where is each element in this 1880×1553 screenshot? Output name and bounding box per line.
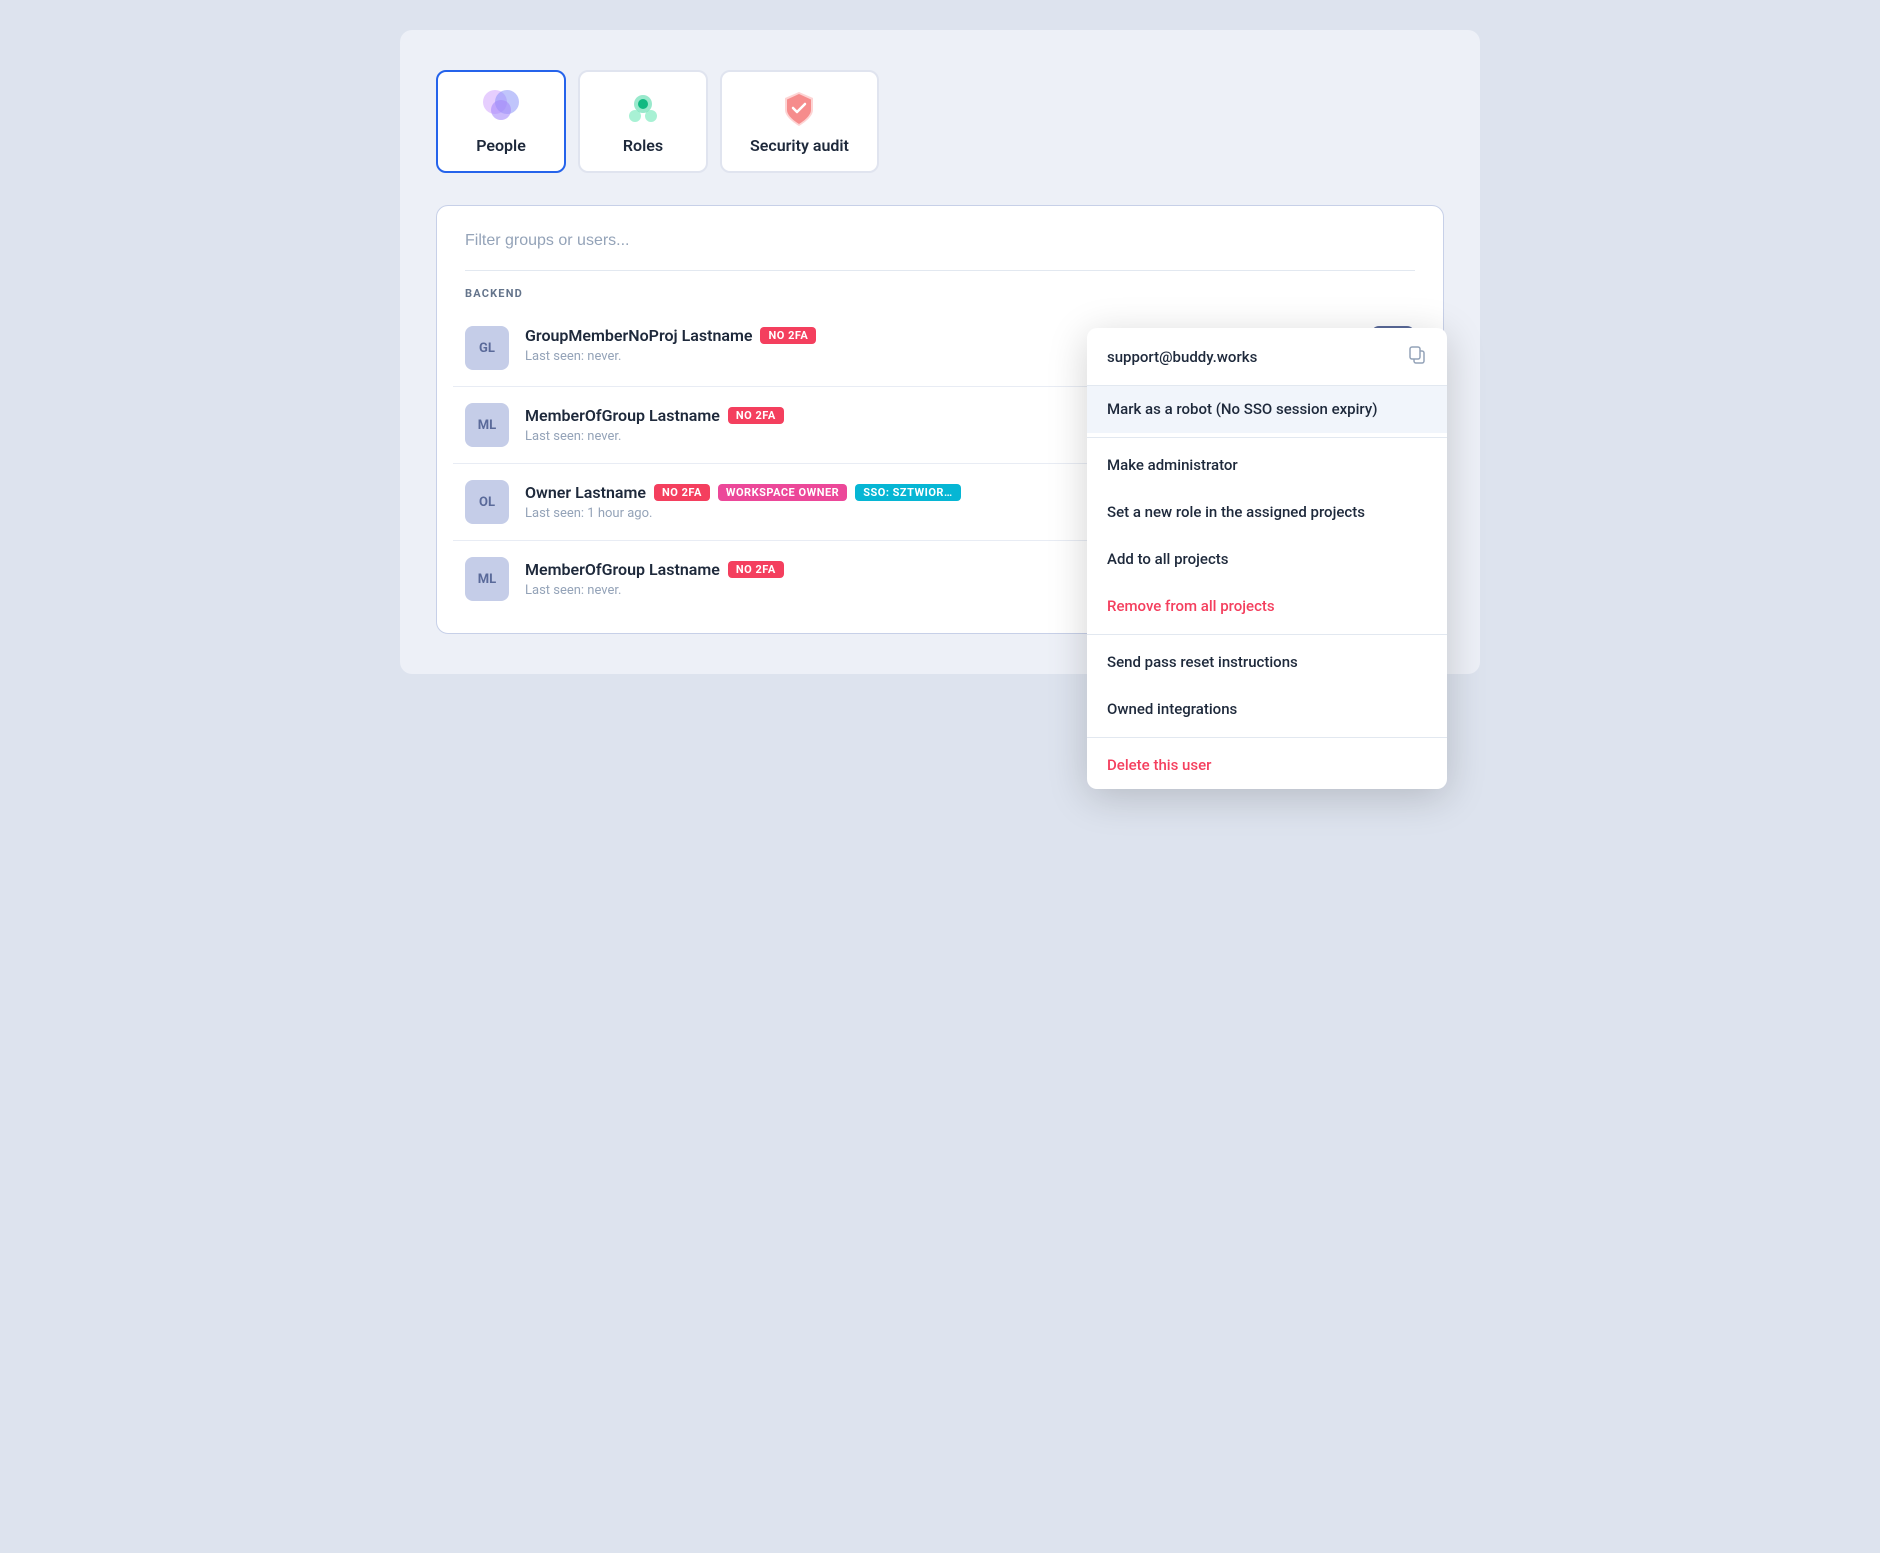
badge-no2fa: NO 2FA bbox=[760, 327, 816, 344]
avatar: OL bbox=[465, 480, 509, 524]
user-name: MemberOfGroup Lastname bbox=[525, 560, 720, 579]
context-menu-item-owned-integrations[interactable]: Owned integrations bbox=[1087, 686, 1447, 733]
copy-icon[interactable] bbox=[1407, 344, 1427, 369]
tab-roles-label: Roles bbox=[623, 136, 663, 155]
user-row: GL GroupMemberNoProj Lastname NO 2FA Las… bbox=[453, 308, 1427, 387]
group-label: BACKEND bbox=[437, 271, 1443, 308]
avatar: GL bbox=[465, 326, 509, 370]
badge-no2fa: NO 2FA bbox=[728, 561, 784, 578]
context-menu-item-remove-all-projects[interactable]: Remove from all projects bbox=[1087, 583, 1447, 630]
context-menu-item-send-pass-reset[interactable]: Send pass reset instructions bbox=[1087, 639, 1447, 686]
context-divider-2 bbox=[1087, 634, 1447, 635]
avatar: ML bbox=[465, 557, 509, 601]
context-menu-item-delete-user[interactable]: Delete this user bbox=[1087, 742, 1447, 789]
page-wrapper: People Roles Security audit bbox=[400, 30, 1480, 674]
main-card: BACKEND GL GroupMemberNoProj Lastname NO… bbox=[436, 205, 1444, 634]
user-rows: GL GroupMemberNoProj Lastname NO 2FA Las… bbox=[437, 308, 1443, 633]
filter-input[interactable] bbox=[465, 232, 1415, 250]
context-menu-header: support@buddy.works bbox=[1087, 328, 1447, 386]
tab-bar: People Roles Security audit bbox=[436, 70, 1444, 173]
context-menu: support@buddy.works Mark as a robot (No … bbox=[1087, 328, 1447, 789]
tab-roles[interactable]: Roles bbox=[578, 70, 708, 173]
badge-no2fa: NO 2FA bbox=[728, 407, 784, 424]
tab-security-audit[interactable]: Security audit bbox=[720, 70, 879, 173]
tab-security-audit-label: Security audit bbox=[750, 136, 849, 155]
badge-workspace-owner: WORKSPACE OWNER bbox=[718, 484, 847, 501]
badge-sso: SSO: SZTWIOR… bbox=[855, 484, 960, 501]
context-menu-item-make-admin[interactable]: Make administrator bbox=[1087, 442, 1447, 489]
people-icon bbox=[481, 88, 521, 128]
context-menu-item-add-all-projects[interactable]: Add to all projects bbox=[1087, 536, 1447, 583]
context-menu-item-mark-robot[interactable]: Mark as a robot (No SSO session expiry) bbox=[1087, 386, 1447, 433]
context-divider-3 bbox=[1087, 737, 1447, 738]
tab-people[interactable]: People bbox=[436, 70, 566, 173]
tab-people-label: People bbox=[476, 136, 526, 155]
context-divider-1 bbox=[1087, 437, 1447, 438]
roles-icon bbox=[623, 88, 663, 128]
context-email: support@buddy.works bbox=[1107, 348, 1257, 366]
filter-section bbox=[437, 206, 1443, 270]
context-menu-item-set-role[interactable]: Set a new role in the assigned projects bbox=[1087, 489, 1447, 536]
user-name: Owner Lastname bbox=[525, 483, 646, 502]
avatar: ML bbox=[465, 403, 509, 447]
user-name: MemberOfGroup Lastname bbox=[525, 406, 720, 425]
security-audit-icon bbox=[779, 88, 819, 128]
user-name: GroupMemberNoProj Lastname bbox=[525, 326, 752, 345]
badge-no2fa: NO 2FA bbox=[654, 484, 710, 501]
